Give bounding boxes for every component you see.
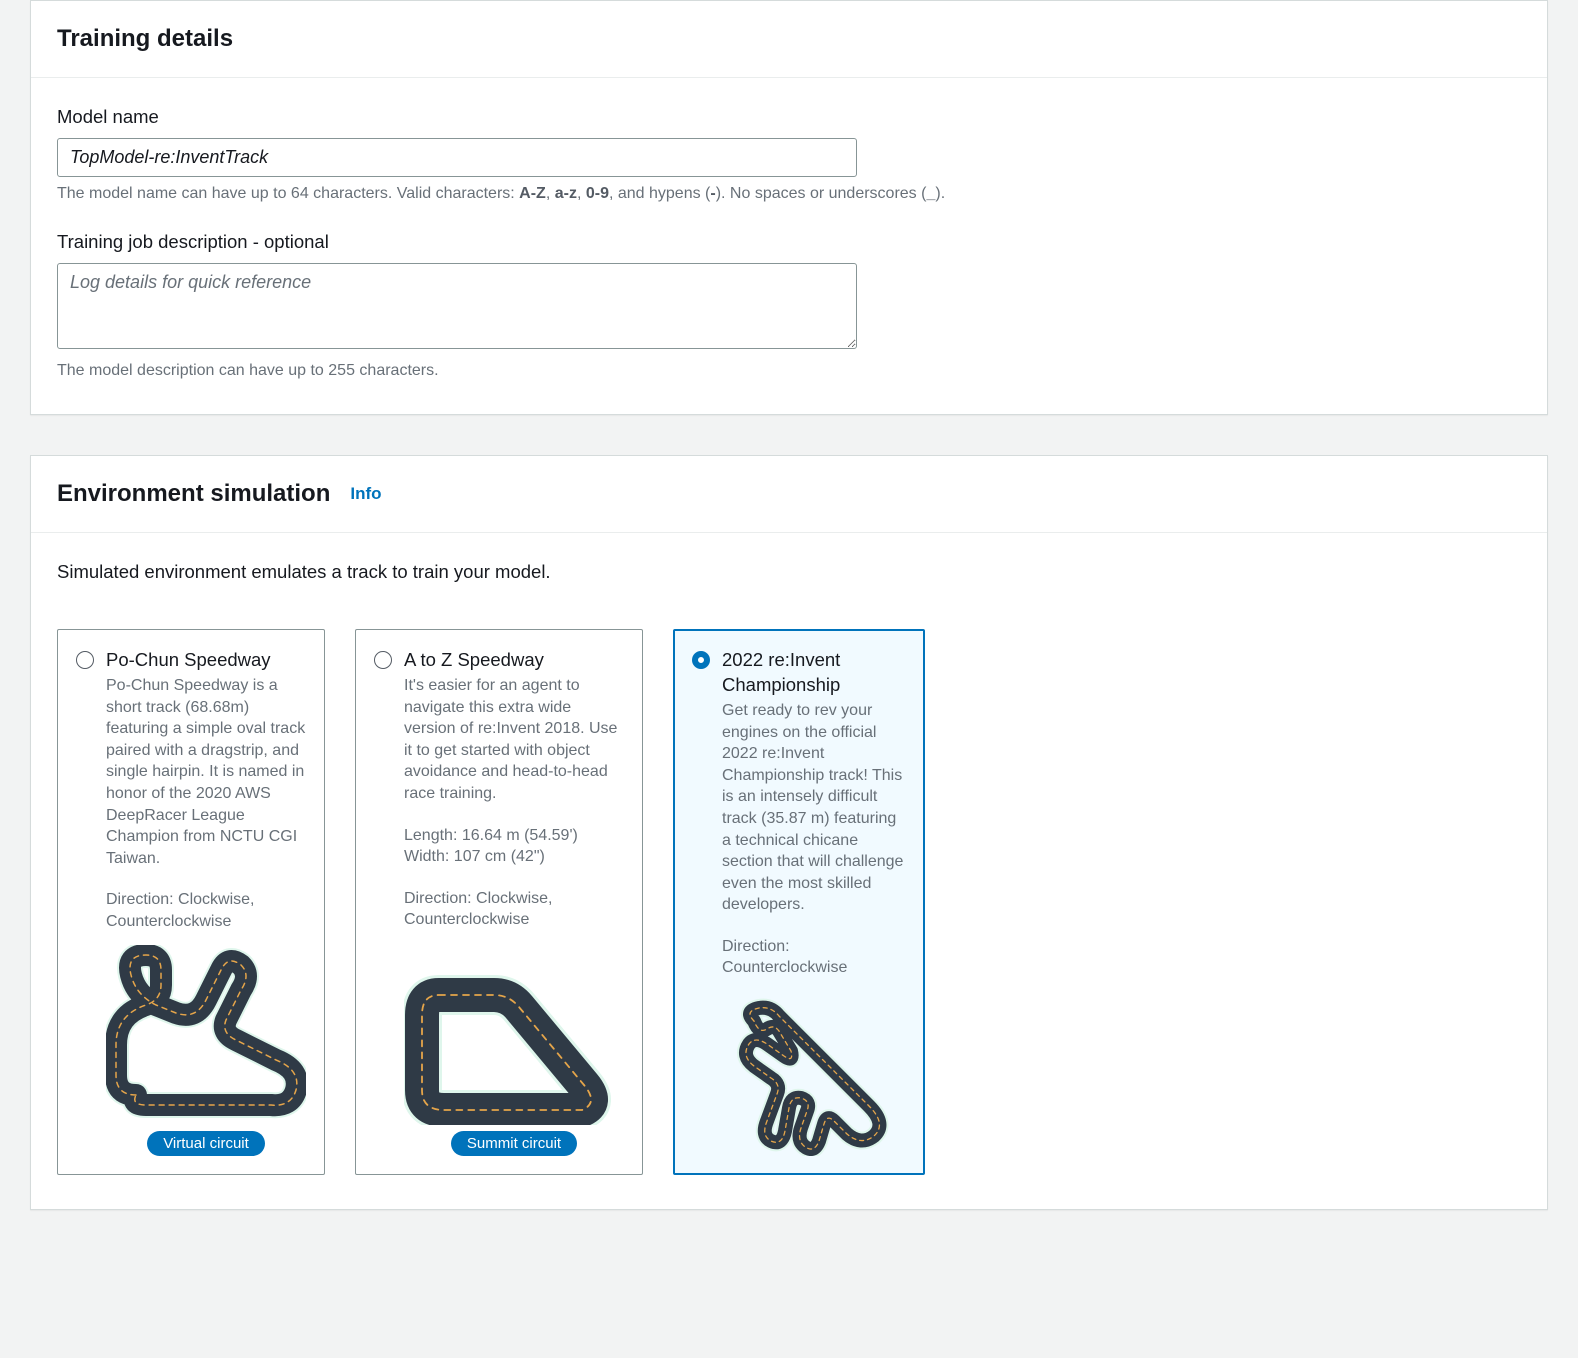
radio-icon[interactable] xyxy=(374,651,392,669)
environment-panel: Environment simulation Info Simulated en… xyxy=(30,455,1548,1210)
track-meta: Length: 16.64 m (54.59') Width: 107 cm (… xyxy=(404,825,624,868)
environment-intro: Simulated environment emulates a track t… xyxy=(57,561,1521,583)
track-direction: Direction: Counterclockwise xyxy=(722,936,906,979)
environment-header: Environment simulation Info xyxy=(31,456,1547,533)
track-title: Po-Chun Speedway xyxy=(106,648,271,673)
track-desc: It's easier for an agent to navigate thi… xyxy=(404,675,624,805)
description-textarea[interactable] xyxy=(57,263,857,349)
track-image xyxy=(106,945,306,1125)
radio-icon[interactable] xyxy=(692,651,710,669)
track-title: 2022 re:Invent Championship xyxy=(722,648,906,698)
track-direction: Direction: Clockwise, Counterclockwise xyxy=(404,888,624,931)
model-name-group: Model name The model name can have up to… xyxy=(57,106,1521,203)
model-name-label: Model name xyxy=(57,106,1521,128)
track-badge: Virtual circuit xyxy=(147,1131,265,1156)
track-title: A to Z Speedway xyxy=(404,648,544,673)
track-image xyxy=(722,991,906,1155)
environment-heading: Environment simulation xyxy=(57,480,330,508)
track-card-atoz[interactable]: A to Z Speedway It's easier for an agent… xyxy=(355,629,643,1175)
model-name-hint: The model name can have up to 64 charact… xyxy=(57,185,1521,203)
track-image xyxy=(404,943,624,1125)
description-label: Training job description - optional xyxy=(57,231,1521,253)
track-direction: Direction: Clockwise, Counterclockwise xyxy=(106,889,306,932)
training-details-heading: Training details xyxy=(57,25,233,53)
track-card-pochun[interactable]: Po-Chun Speedway Po-Chun Speedway is a s… xyxy=(57,629,325,1175)
description-group: Training job description - optional The … xyxy=(57,231,1521,380)
track-card-reinvent2022[interactable]: 2022 re:Invent Championship Get ready to… xyxy=(673,629,925,1175)
track-grid: Po-Chun Speedway Po-Chun Speedway is a s… xyxy=(57,629,1521,1175)
training-details-panel: Training details Model name The model na… xyxy=(30,0,1548,415)
info-link[interactable]: Info xyxy=(350,484,381,504)
training-details-header: Training details xyxy=(31,1,1547,78)
track-desc: Po-Chun Speedway is a short track (68.68… xyxy=(106,675,306,869)
track-badge: Summit circuit xyxy=(451,1131,577,1156)
model-name-input[interactable] xyxy=(57,138,857,177)
track-desc: Get ready to rev your engines on the off… xyxy=(722,700,906,916)
description-hint: The model description can have up to 255… xyxy=(57,362,1521,380)
radio-icon[interactable] xyxy=(76,651,94,669)
environment-body: Simulated environment emulates a track t… xyxy=(31,533,1547,1209)
training-details-body: Model name The model name can have up to… xyxy=(31,78,1547,414)
